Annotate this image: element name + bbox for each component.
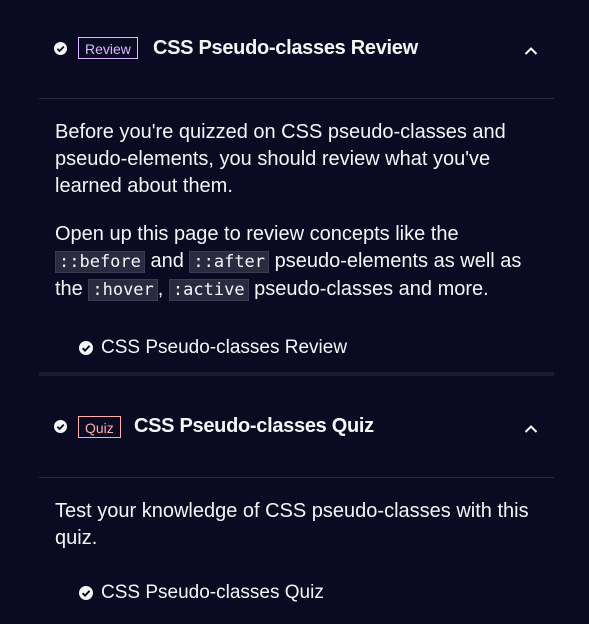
block-separator (39, 372, 554, 376)
code-hover: :hover (88, 279, 158, 301)
check-circle-icon (79, 341, 93, 355)
check-circle-icon (54, 42, 67, 55)
code-before: ::before (55, 251, 145, 273)
curriculum-page: Review CSS Pseudo-classes Review Before … (0, 0, 589, 624)
text-segment: and (144, 250, 190, 272)
review-block: Review CSS Pseudo-classes Review Before … (39, 0, 554, 358)
chevron-up-icon[interactable] (524, 43, 538, 55)
check-circle-icon (54, 420, 67, 433)
quiz-block-title: CSS Pseudo-classes Quiz (134, 415, 374, 437)
review-link-label[interactable]: CSS Pseudo-classes Review (101, 337, 347, 359)
code-after: ::after (189, 251, 270, 273)
quiz-link-label[interactable]: CSS Pseudo-classes Quiz (101, 582, 324, 604)
review-block-title: CSS Pseudo-classes Review (153, 37, 418, 59)
divider (39, 98, 554, 99)
quiz-block: Quiz CSS Pseudo-classes Quiz Test your k… (39, 377, 554, 603)
check-circle-icon (79, 586, 93, 600)
review-badge: Review (78, 37, 138, 59)
code-active: :active (168, 279, 249, 301)
review-link[interactable]: CSS Pseudo-classes Review (79, 337, 347, 359)
text-segment: pseudo-classes and more. (248, 278, 489, 300)
review-details: Open up this page to review concepts lik… (55, 221, 540, 304)
divider (39, 477, 554, 478)
text-segment: Open up this page to review concepts lik… (55, 223, 459, 245)
chevron-up-icon[interactable] (524, 421, 538, 433)
review-description: Before you're quizzed on CSS pseudo-clas… (55, 121, 506, 197)
review-block-header[interactable]: Review CSS Pseudo-classes Review (39, 0, 554, 98)
quiz-block-header[interactable]: Quiz CSS Pseudo-classes Quiz (39, 377, 554, 475)
text-segment: , (157, 278, 169, 300)
quiz-link[interactable]: CSS Pseudo-classes Quiz (79, 582, 324, 604)
quiz-description: Test your knowledge of CSS pseudo-classe… (55, 500, 529, 549)
quiz-badge: Quiz (78, 416, 121, 438)
